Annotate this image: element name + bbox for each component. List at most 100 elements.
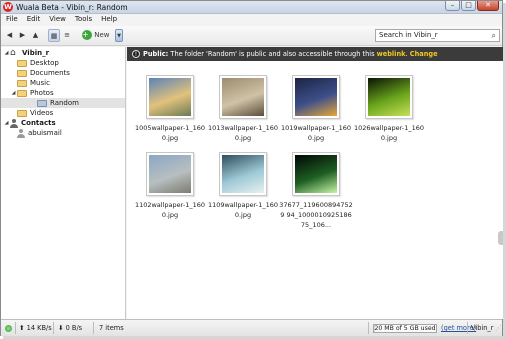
file-name[interactable]: 1019wallpaper-1_1600.jpg (279, 123, 353, 143)
sidebar-item-desktop[interactable]: Desktop (17, 58, 59, 68)
expand-arrow-icon[interactable]: ◢ (10, 90, 17, 96)
file-thumbnail[interactable] (292, 75, 340, 119)
sidebar-item-music[interactable]: Music (17, 78, 50, 88)
file-name[interactable]: 1005wallpaper-1_1600.jpg (133, 123, 207, 143)
add-icon: + (82, 30, 92, 40)
file-name[interactable]: 1013wallpaper-1_1600.jpg (206, 123, 280, 143)
file-thumbnail[interactable] (365, 75, 413, 119)
sidebar-item-photos[interactable]: ◢ Photos (10, 88, 54, 98)
menu-tools[interactable]: Tools (75, 14, 92, 25)
sidebar-item-label: Photos (30, 89, 54, 97)
expand-arrow-icon[interactable]: ◢ (3, 120, 10, 126)
menu-help[interactable]: Help (101, 14, 117, 25)
sidebar-item-label: Music (30, 79, 50, 87)
upload-icon: ⬆ (19, 324, 25, 332)
online-status-icon (5, 325, 12, 332)
file-thumbnail[interactable] (219, 152, 267, 196)
contacts-icon (10, 118, 18, 128)
sidebar-item-label: Videos (30, 109, 54, 117)
panel-resize-handle[interactable] (498, 231, 503, 245)
divider (467, 322, 468, 334)
menu-view[interactable]: View (49, 14, 66, 25)
list-view-icon[interactable]: ≡ (61, 29, 73, 42)
new-button-label: New (94, 31, 110, 39)
search-input-value: Search in Vibin_r (379, 31, 438, 39)
search-icon[interactable]: ⌕ (492, 31, 496, 41)
sidebar-item-documents[interactable]: Documents (17, 68, 70, 78)
file-browser: ! Public: The folder 'Random' is public a… (127, 47, 503, 319)
menu-file[interactable]: File (6, 14, 18, 25)
upload-speed-value: 14 KB/s (26, 324, 52, 332)
banner-prefix: Public: (143, 50, 169, 58)
wuala-logo-icon: W (3, 2, 13, 12)
folder-icon (17, 59, 27, 67)
download-speed: ⬇ 0 B/s (58, 323, 82, 334)
image-thumbnail-icon (222, 155, 264, 193)
sidebar-tree: ◢ ⌂ Vibin_r Desktop Documents Music ◢ Ph… (1, 47, 126, 319)
sidebar-item-label: Documents (30, 69, 70, 77)
image-thumbnail-icon (368, 78, 410, 116)
folder-icon (17, 89, 27, 97)
file-name[interactable]: 1026wallpaper-1_1600.jpg (352, 123, 426, 143)
download-icon: ⬇ (58, 324, 64, 332)
image-thumbnail-icon (295, 78, 337, 116)
divider (53, 322, 54, 334)
divider (15, 322, 16, 334)
sidebar-item-videos[interactable]: Videos (17, 108, 53, 118)
file-thumbnail[interactable] (292, 152, 340, 196)
file-thumbnail[interactable] (146, 152, 194, 196)
status-bar: ⬆ 14 KB/s ⬇ 0 B/s 7 items 20 MB of 5 GB … (1, 319, 502, 336)
maximize-button[interactable]: □ (461, 1, 476, 11)
forward-icon[interactable]: ▶ (18, 29, 27, 42)
folder-icon (17, 79, 27, 87)
image-thumbnail-icon (295, 155, 337, 193)
new-dropdown-chevron-icon[interactable]: ▼ (115, 29, 123, 42)
sidebar-item-random[interactable]: Random (1, 98, 125, 108)
sidebar-item-label: Vibin_r (22, 49, 50, 57)
file-name[interactable]: 37677_1196008947529 94_100001092518675_1… (279, 200, 353, 230)
title-bar[interactable]: W Wuala Beta - Vibin_r: Random – □ ✕ (1, 1, 502, 14)
minimize-button[interactable]: – (445, 1, 460, 11)
folder-icon (37, 99, 47, 107)
storage-usage-text: 20 MB of 5 GB used (374, 325, 436, 332)
up-folder-icon[interactable]: ▲ (31, 29, 40, 42)
public-folder-banner: ! Public: The folder 'Random' is public a… (127, 47, 503, 61)
expand-arrow-icon[interactable]: ◢ (3, 50, 10, 56)
divider (93, 322, 94, 334)
back-icon[interactable]: ◀ (5, 29, 14, 42)
folder-icon (17, 69, 27, 77)
sidebar-item-label: Contacts (21, 119, 56, 127)
divider (368, 322, 369, 334)
new-button[interactable]: + New (82, 29, 112, 42)
grid-view-icon[interactable]: ▦ (48, 29, 60, 42)
file-name[interactable]: 1109wallpaper-1_1600.jpg (206, 200, 280, 220)
window-title: Wuala Beta - Vibin_r: Random (16, 3, 128, 12)
change-link[interactable]: Change (410, 50, 438, 58)
upload-speed: ⬆ 14 KB/s (19, 323, 52, 334)
image-thumbnail-icon (149, 78, 191, 116)
item-count: 7 items (99, 324, 124, 332)
sidebar-item-label: Random (50, 99, 79, 107)
account-name[interactable]: Vibin_r (471, 323, 493, 334)
storage-usage-bar: 20 MB of 5 GB used (373, 324, 437, 333)
file-thumbnail[interactable] (219, 75, 267, 119)
close-button[interactable]: ✕ (477, 1, 499, 11)
sidebar-item-label: Desktop (30, 59, 59, 67)
sidebar-item-label: abuismail (28, 129, 62, 137)
user-icon (17, 128, 25, 138)
menu-bar: File Edit View Tools Help (1, 14, 502, 25)
sidebar-item-contacts[interactable]: ◢ Contacts (3, 118, 56, 128)
folder-icon (17, 109, 27, 117)
resize-grip-icon[interactable]: ⋰ (495, 323, 502, 334)
file-name[interactable]: 1102wallpaper-1_1600.jpg (133, 200, 207, 220)
search-input[interactable]: Search in Vibin_r ⌕ (375, 29, 500, 42)
weblink-link[interactable]: weblink (377, 50, 406, 58)
sidebar-item-contact[interactable]: abuismail (17, 128, 62, 138)
image-thumbnail-icon (222, 78, 264, 116)
sidebar-item-root[interactable]: ◢ ⌂ Vibin_r (3, 48, 49, 58)
file-thumbnail[interactable] (146, 75, 194, 119)
home-icon: ⌂ (10, 48, 16, 58)
menu-edit[interactable]: Edit (27, 14, 41, 25)
banner-text: The folder 'Random' is public and also a… (168, 50, 377, 58)
info-icon: ! (132, 50, 140, 58)
